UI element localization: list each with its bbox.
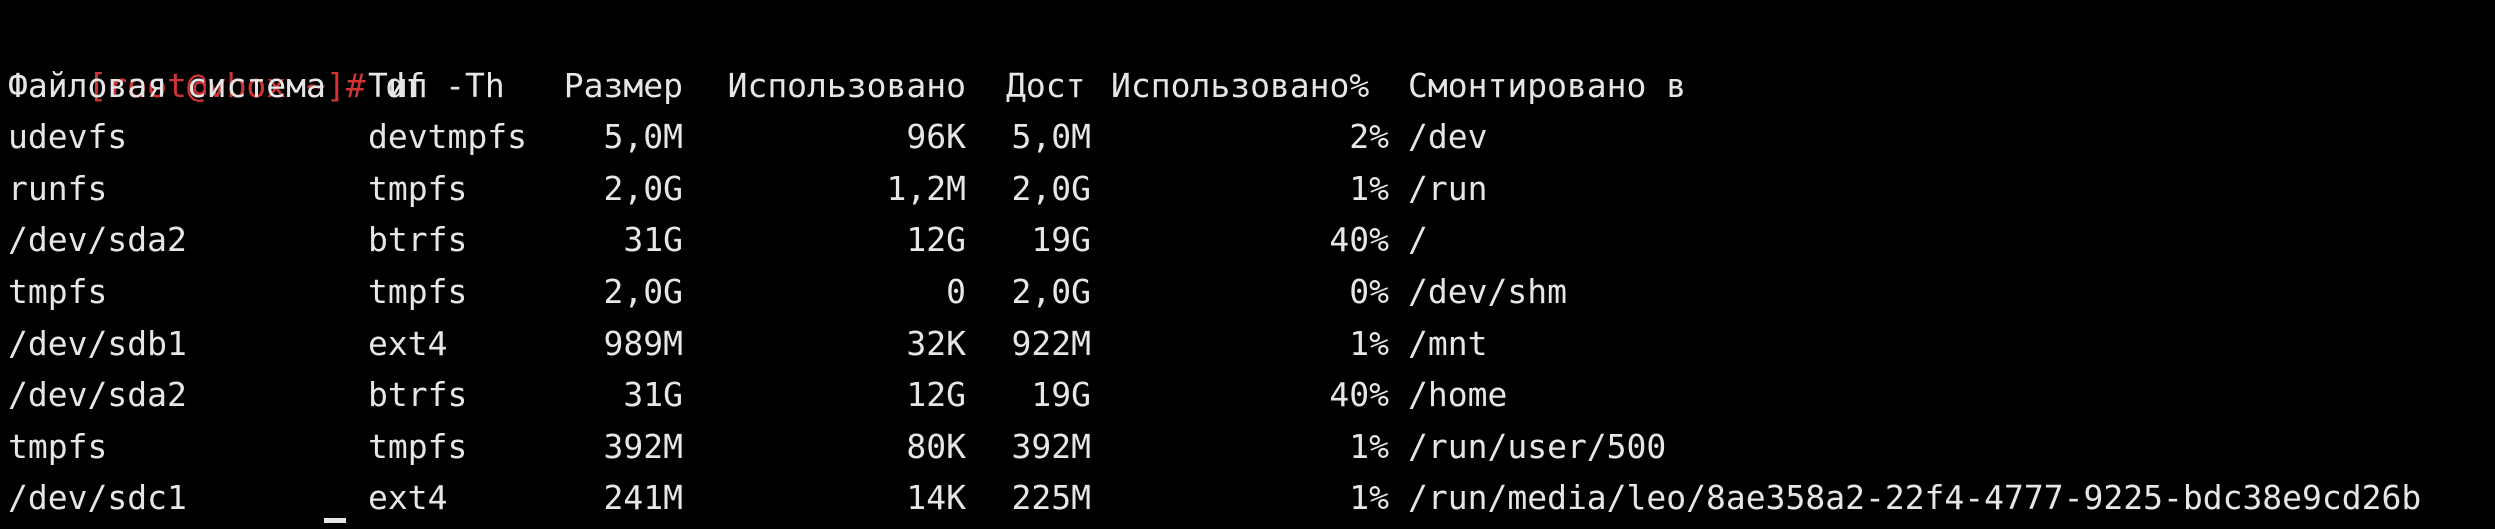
row-size: 2,0G [603, 271, 683, 311]
row-mount-point: /mnt [1408, 323, 1488, 363]
row-size: 2,0G [603, 168, 683, 208]
row-avail: 392M [1011, 426, 1091, 466]
row-used: 12G [906, 375, 966, 415]
row-used: 14K [906, 478, 966, 518]
row-size: 31G [623, 220, 683, 260]
header-size: Размер [563, 65, 683, 105]
table-row: /dev/sdb1 ext4 989M 32K 922M 1% /mnt [8, 318, 2488, 370]
row-type: ext4 [368, 323, 448, 363]
row-filesystem: /dev/sda2 [8, 220, 187, 260]
row-type: btrfs [368, 375, 468, 415]
row-size: 392M [603, 426, 683, 466]
row-mount-point: / [1408, 220, 1428, 260]
header-used: Использовано [727, 65, 966, 105]
row-type: devtmpfs [368, 117, 527, 157]
row-avail: 2,0G [1011, 271, 1091, 311]
terminal-window[interactable]: [root@vbox ~]# df -Th Файловая система Т… [8, 0, 2488, 524]
table-row: tmpfs tmpfs 392M 80K 392M 1% /run/user/500 [8, 421, 2488, 473]
row-size: 241M [603, 478, 683, 518]
row-used: 12G [906, 220, 966, 260]
row-use-percent: 1% [1349, 323, 1389, 363]
row-avail: 19G [1031, 220, 1091, 260]
row-use-percent: 0% [1349, 271, 1389, 311]
row-mount-point: /run [1408, 168, 1488, 208]
row-used: 1,2M [886, 168, 966, 208]
row-avail: 922M [1011, 323, 1091, 363]
row-used: 96K [906, 117, 966, 157]
table-header: Файловая система Тип Размер Использовано… [8, 60, 2488, 112]
row-filesystem: runfs [8, 168, 108, 208]
header-avail: Дост [1006, 65, 1086, 105]
table-row: udevfs devtmpfs 5,0M 96K 5,0M 2% /dev [8, 111, 2488, 163]
row-use-percent: 40% [1329, 220, 1389, 260]
table-row: /dev/sdc1 ext4 241M 14K 225M 1% /run/media/leo… [8, 472, 2488, 524]
row-used: 32K [906, 323, 966, 363]
row-filesystem: /dev/sdc1 [8, 478, 187, 518]
table-row: /dev/sda2 btrfs 31G 12G 19G 40% / [8, 214, 2488, 266]
row-filesystem: /dev/sdb1 [8, 323, 187, 363]
row-mount-point: /run/media/leo/8ae358a2-22f4-4777-9225-b… [1408, 478, 2422, 518]
row-use-percent: 1% [1349, 426, 1389, 466]
row-avail: 225M [1011, 478, 1091, 518]
row-type: tmpfs [368, 426, 468, 466]
header-filesystem: Файловая система [8, 65, 326, 105]
row-type: tmpfs [368, 271, 468, 311]
row-avail: 5,0M [1011, 117, 1091, 157]
row-avail: 2,0G [1011, 168, 1091, 208]
row-use-percent: 40% [1329, 375, 1389, 415]
header-use-percent: Использовано% [1111, 65, 1370, 105]
row-used: 80K [906, 426, 966, 466]
header-type: Тип [368, 65, 428, 105]
row-type: ext4 [368, 478, 448, 518]
row-use-percent: 1% [1349, 478, 1389, 518]
header-mounted-on: Смонтировано в [1408, 65, 1687, 105]
row-avail: 19G [1031, 375, 1091, 415]
row-size: 989M [603, 323, 683, 363]
row-mount-point: /run/user/500 [1408, 426, 1667, 466]
row-filesystem: tmpfs [8, 271, 108, 311]
row-type: tmpfs [368, 168, 468, 208]
filesystem-table: udevfs devtmpfs 5,0M 96K 5,0M 2% /dev runfs tmpf… [8, 111, 2488, 524]
row-filesystem: udevfs [8, 117, 128, 157]
row-size: 5,0M [603, 117, 683, 157]
table-row: tmpfs tmpfs 2,0G 0 2,0G 0% /dev/shm [8, 266, 2488, 318]
command-line: [root@vbox ~]# df -Th [8, 8, 2488, 105]
row-used: 0 [946, 271, 966, 311]
row-mount-point: /dev [1408, 117, 1488, 157]
row-filesystem: /dev/sda2 [8, 375, 187, 415]
terminal-cursor [324, 518, 346, 523]
row-use-percent: 1% [1349, 168, 1389, 208]
table-row: /dev/sda2 btrfs 31G 12G 19G 40% /home [8, 369, 2488, 421]
row-filesystem: tmpfs [8, 426, 108, 466]
table-row: runfs tmpfs 2,0G 1,2M 2,0G 1% /run [8, 163, 2488, 215]
row-type: btrfs [368, 220, 468, 260]
row-use-percent: 2% [1349, 117, 1389, 157]
row-mount-point: /home [1408, 375, 1508, 415]
row-size: 31G [623, 375, 683, 415]
row-mount-point: /dev/shm [1408, 271, 1567, 311]
